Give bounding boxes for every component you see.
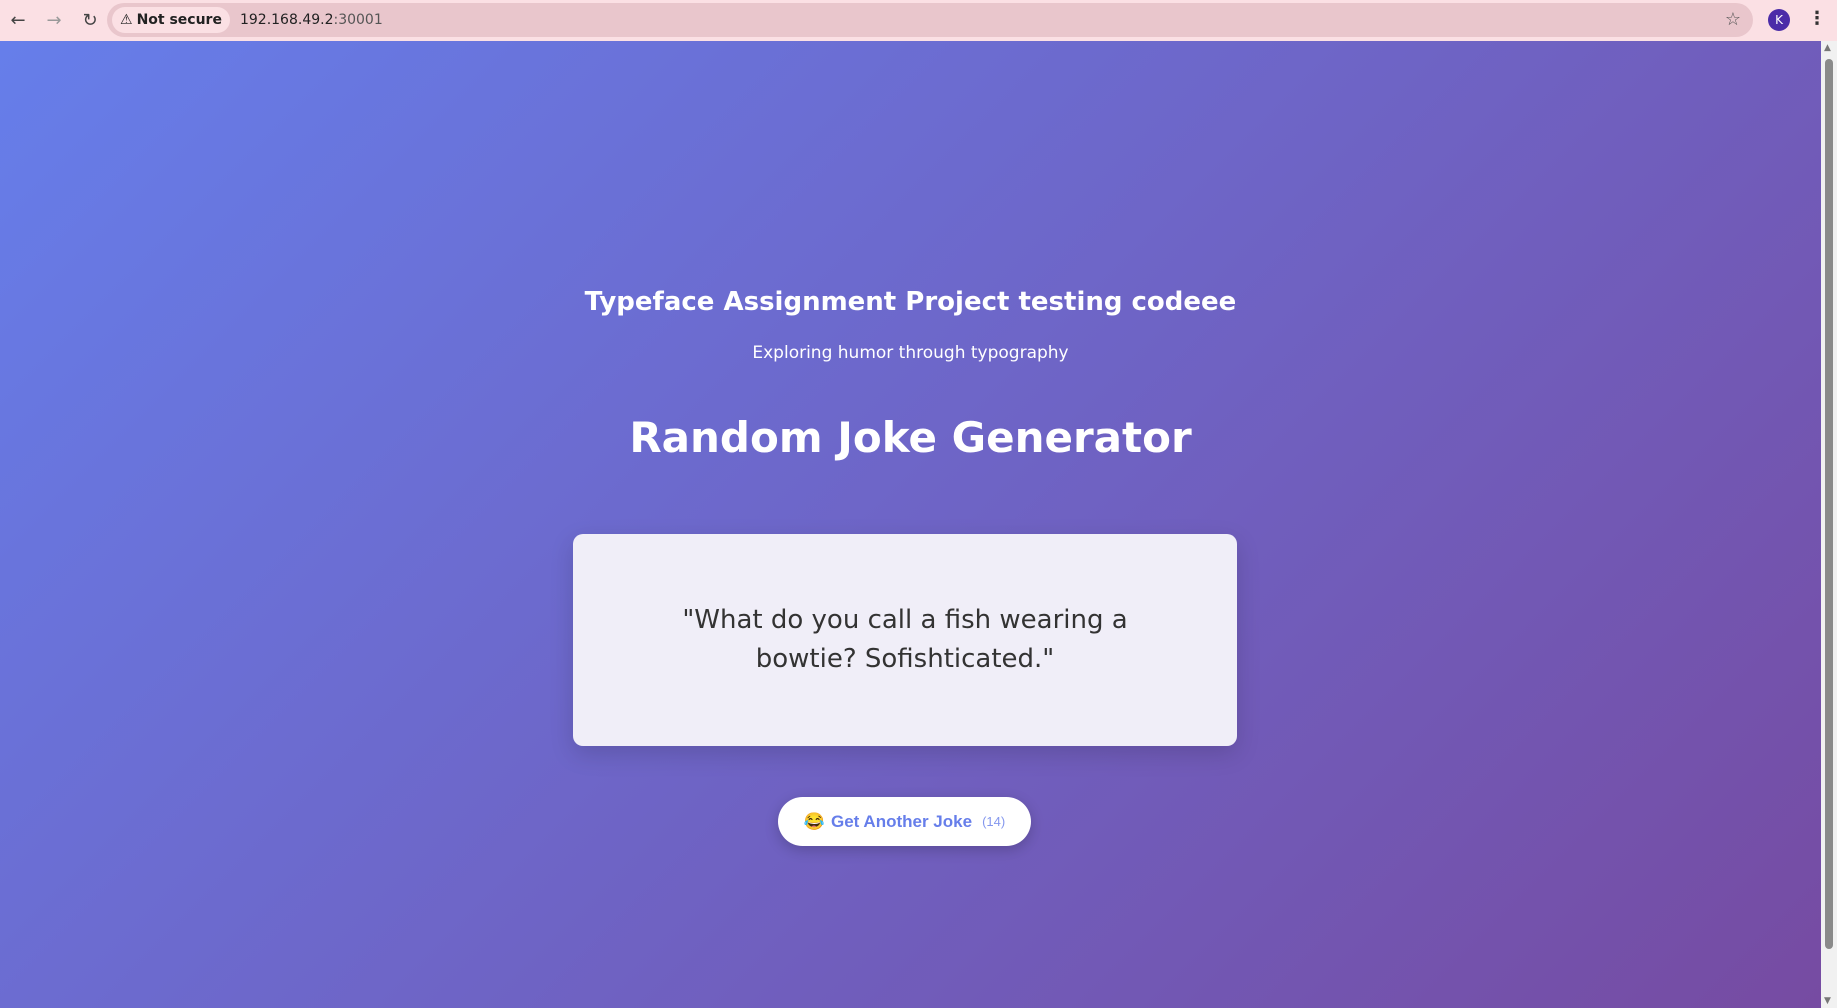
- laughing-emoji-icon: 😂: [803, 811, 825, 831]
- warning-icon: ⚠: [120, 12, 133, 28]
- page-heading: Random Joke Generator: [629, 413, 1192, 462]
- joke-card: "What do you call a fish wearing a bowti…: [573, 534, 1237, 746]
- url-text[interactable]: 192.168.49.2:30001: [240, 12, 383, 28]
- address-bar[interactable]: ⚠ Not secure 192.168.49.2:30001 ☆: [107, 3, 1753, 37]
- scroll-up-icon[interactable]: ▲: [1824, 43, 1831, 53]
- page-content: Typeface Assignment Project testing code…: [0, 41, 1821, 1008]
- security-chip[interactable]: ⚠ Not secure: [112, 7, 230, 33]
- button-label: Get Another Joke: [830, 811, 973, 831]
- profile-avatar[interactable]: K: [1768, 9, 1790, 31]
- reload-icon[interactable]: ↻: [72, 10, 108, 31]
- forward-icon[interactable]: →: [36, 10, 72, 31]
- bookmark-star-icon[interactable]: ☆: [1725, 9, 1741, 30]
- back-icon[interactable]: ←: [0, 10, 36, 31]
- scrollbar-thumb[interactable]: [1825, 59, 1833, 949]
- site-subtitle: Exploring humor through typography: [752, 343, 1069, 363]
- joke-text: "What do you call a fish wearing a bowti…: [682, 605, 1128, 674]
- site-title: Typeface Assignment Project testing code…: [584, 287, 1237, 317]
- get-another-joke-button[interactable]: 😂 Get Another Joke (14): [778, 797, 1031, 846]
- joke-count: (14): [982, 814, 1006, 829]
- scroll-down-icon[interactable]: ▼: [1824, 996, 1831, 1006]
- scrollbar[interactable]: ▲ ▼: [1821, 41, 1837, 1008]
- browser-toolbar: ← → ↻ ⚠ Not secure 192.168.49.2:30001 ☆ K…: [0, 0, 1837, 41]
- kebab-menu-icon[interactable]: ⋮: [1808, 8, 1826, 29]
